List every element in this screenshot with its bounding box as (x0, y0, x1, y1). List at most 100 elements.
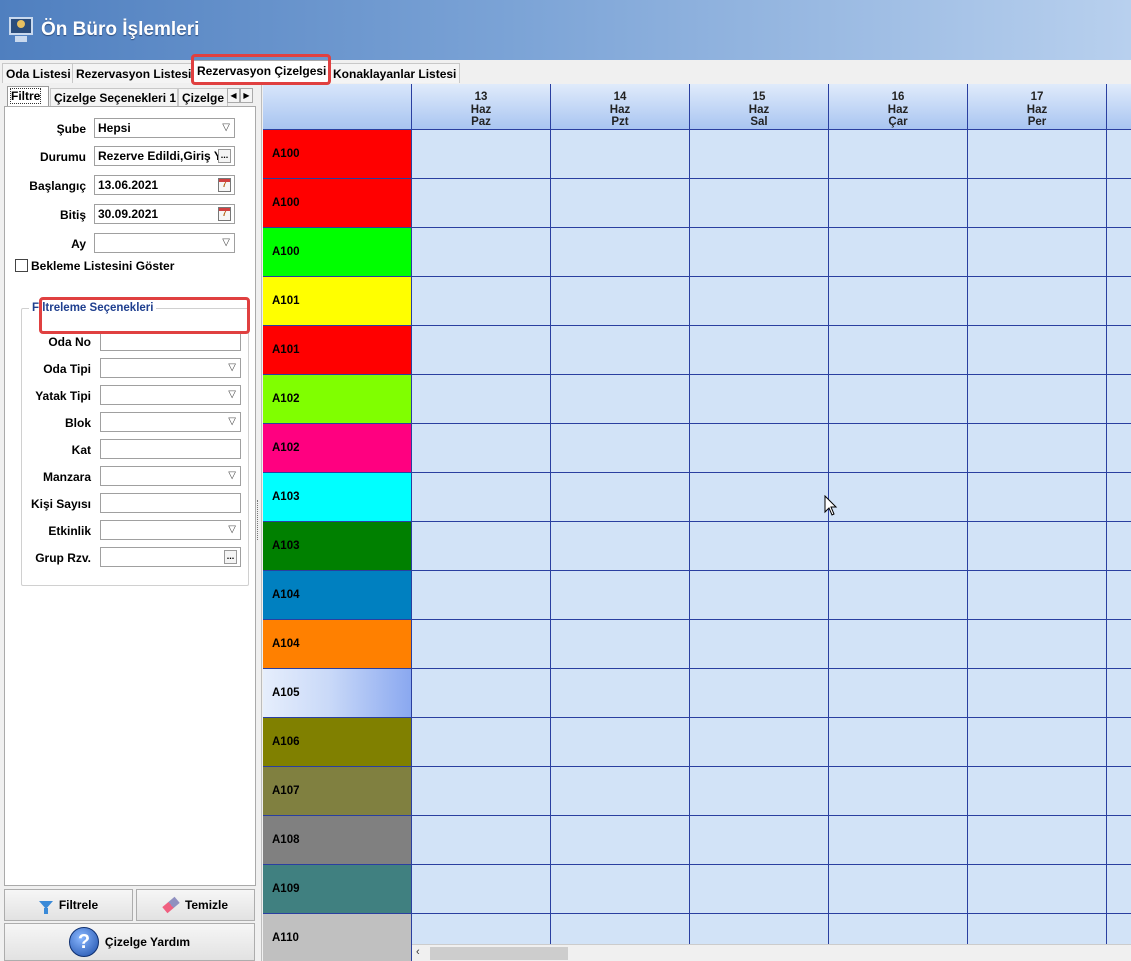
room-row-header[interactable]: A101 (263, 326, 412, 375)
oda-no-input[interactable] (100, 331, 241, 351)
grid-horizontal-line (412, 423, 1131, 424)
date-day: 13 (474, 91, 488, 103)
room-row-header[interactable]: A105 (263, 669, 412, 718)
sube-value: Hepsi (98, 121, 131, 135)
ay-select[interactable]: ▽ (94, 233, 235, 253)
date-day: 14 (613, 91, 627, 103)
scrollbar-thumb[interactable] (430, 947, 568, 960)
yatak-tipi-label: Yatak Tipi (35, 389, 91, 403)
date-column-header: 13 Haz Paz (412, 84, 551, 130)
tab-rezervasyon-listesi[interactable]: Rezervasyon Listesi (72, 63, 196, 83)
tab-scroll-right-icon[interactable]: ▶ (240, 88, 253, 103)
date-month: Haz (887, 103, 909, 116)
chevron-down-icon: ▽ (228, 416, 236, 427)
tab-rezervasyon-cizelgesi[interactable]: Rezervasyon Çizelgesi (193, 60, 331, 84)
temizle-label: Temizle (184, 898, 229, 912)
room-row-header[interactable]: A110 (263, 914, 412, 961)
grid-horizontal-line (412, 619, 1131, 620)
date-column-header: 16 Haz Çar (829, 84, 968, 130)
grup-rzv-label: Grup Rzv. (35, 551, 91, 565)
blok-select[interactable]: ▽ (100, 412, 241, 432)
chevron-down-icon: ▽ (228, 362, 236, 373)
bitis-date-field[interactable]: 30.09.2021 7 (94, 204, 235, 224)
filtrele-label: Filtrele (58, 898, 99, 912)
sub-tab-bar: Filtre Çizelge Seçenekleri 1 Çizelge ◀ ▶ (4, 86, 256, 106)
filtrele-button[interactable]: Filtrele (4, 889, 133, 921)
manzara-select[interactable]: ▽ (100, 466, 241, 486)
room-row-header[interactable]: A100 (263, 228, 412, 277)
grid-vertical-line (967, 130, 968, 961)
grid-vertical-line (550, 130, 551, 961)
bekleme-checkbox[interactable] (15, 259, 28, 272)
date-weekday: Paz (471, 116, 491, 128)
manzara-label: Manzara (42, 470, 91, 484)
grid-horizontal-line (412, 913, 1131, 914)
durum-label: Durumu (40, 150, 86, 164)
baslangic-date-field[interactable]: 13.06.2021 7 (94, 175, 235, 195)
sube-label: Şube (56, 122, 86, 136)
tab-cizelge[interactable]: Çizelge (178, 88, 228, 106)
scroll-left-icon[interactable]: ‹ (416, 946, 420, 958)
baslangic-label: Başlangıç (29, 179, 86, 193)
yatak-tipi-select[interactable]: ▽ (100, 385, 241, 405)
ellipsis-button[interactable]: ... (218, 149, 231, 163)
room-row-header[interactable]: A107 (263, 767, 412, 816)
help-icon: ? (68, 927, 99, 957)
grid-horizontal-line (412, 276, 1131, 277)
tab-konaklayanlar-listesi[interactable]: Konaklayanlar Listesi (329, 63, 461, 83)
room-row-header[interactable]: A104 (263, 620, 412, 669)
kat-input[interactable] (100, 439, 241, 459)
sube-select[interactable]: Hepsi ▽ (94, 118, 235, 138)
room-row-header[interactable]: A109 (263, 865, 412, 914)
date-day: 15 (752, 91, 766, 103)
tab-cizelge-secenekleri-1[interactable]: Çizelge Seçenekleri 1 (50, 88, 178, 106)
blok-label: Blok (64, 416, 91, 430)
grid-horizontal-line (412, 570, 1131, 571)
oda-no-label: Oda No (48, 335, 91, 349)
room-row-header[interactable]: A102 (263, 424, 412, 473)
tab-scroll-left-icon[interactable]: ◀ (227, 88, 240, 103)
room-row-header[interactable]: A100 (263, 130, 412, 179)
filter-form: Şube Hepsi ▽ Durumu Rezerve Edildi,Giriş… (4, 106, 256, 886)
room-row-header[interactable]: A100 (263, 179, 412, 228)
grid-vertical-line (1106, 130, 1107, 961)
date-day: 17 (1030, 91, 1044, 103)
room-row-header[interactable]: A103 (263, 522, 412, 571)
grid-horizontal-line (412, 717, 1131, 718)
kisi-sayisi-label: Kişi Sayısı (30, 497, 91, 511)
date-month: Haz (1026, 103, 1048, 116)
room-row-header[interactable]: A102 (263, 375, 412, 424)
kisi-sayisi-input[interactable] (100, 493, 241, 513)
calendar-icon[interactable]: 7 (218, 207, 231, 221)
bekleme-label: Bekleme Listesini Göster (31, 259, 175, 273)
grid-horizontal-line (412, 864, 1131, 865)
grid-horizontal-line (412, 227, 1131, 228)
etkinlik-label: Etkinlik (48, 524, 91, 538)
date-day: 16 (891, 91, 905, 103)
date-weekday: Per (1027, 116, 1047, 128)
room-row-header[interactable]: A103 (263, 473, 412, 522)
room-row-header[interactable]: A101 (263, 277, 412, 326)
room-row-header[interactable]: A104 (263, 571, 412, 620)
etkinlik-select[interactable]: ▽ (100, 520, 241, 540)
temizle-button[interactable]: Temizle (136, 889, 255, 921)
room-row-header[interactable]: A108 (263, 816, 412, 865)
kat-label: Kat (71, 443, 91, 457)
reservation-schedule-grid[interactable]: 13 Haz Paz 14 Haz Pzt 15 Haz Sal 16 Haz Çar 17 Haz Per… (263, 84, 1131, 961)
durum-field[interactable]: Rezerve Edildi,Giriş Y ... (94, 146, 235, 166)
filter-icon (38, 901, 53, 914)
splitter-handle[interactable] (257, 500, 260, 540)
cizelge-yardim-button[interactable]: ? Çizelge Yardım (4, 923, 255, 961)
grup-rzv-field[interactable]: ... (100, 547, 241, 567)
horizontal-scrollbar[interactable]: ‹ (412, 944, 1131, 961)
tab-filtre[interactable]: Filtre (7, 86, 49, 106)
oda-tipi-select[interactable]: ▽ (100, 358, 241, 378)
front-desk-icon (7, 14, 37, 46)
ellipsis-button[interactable]: ... (224, 550, 237, 564)
tab-oda-listesi[interactable]: Oda Listesi (2, 63, 75, 83)
date-column-header: 14 Haz Pzt (551, 84, 690, 130)
filter-panel: Filtre Çizelge Seçenekleri 1 Çizelge ◀ ▶… (0, 84, 262, 961)
yardim-label: Çizelge Yardım (104, 935, 191, 949)
calendar-icon[interactable]: 7 (218, 178, 231, 192)
room-row-header[interactable]: A106 (263, 718, 412, 767)
